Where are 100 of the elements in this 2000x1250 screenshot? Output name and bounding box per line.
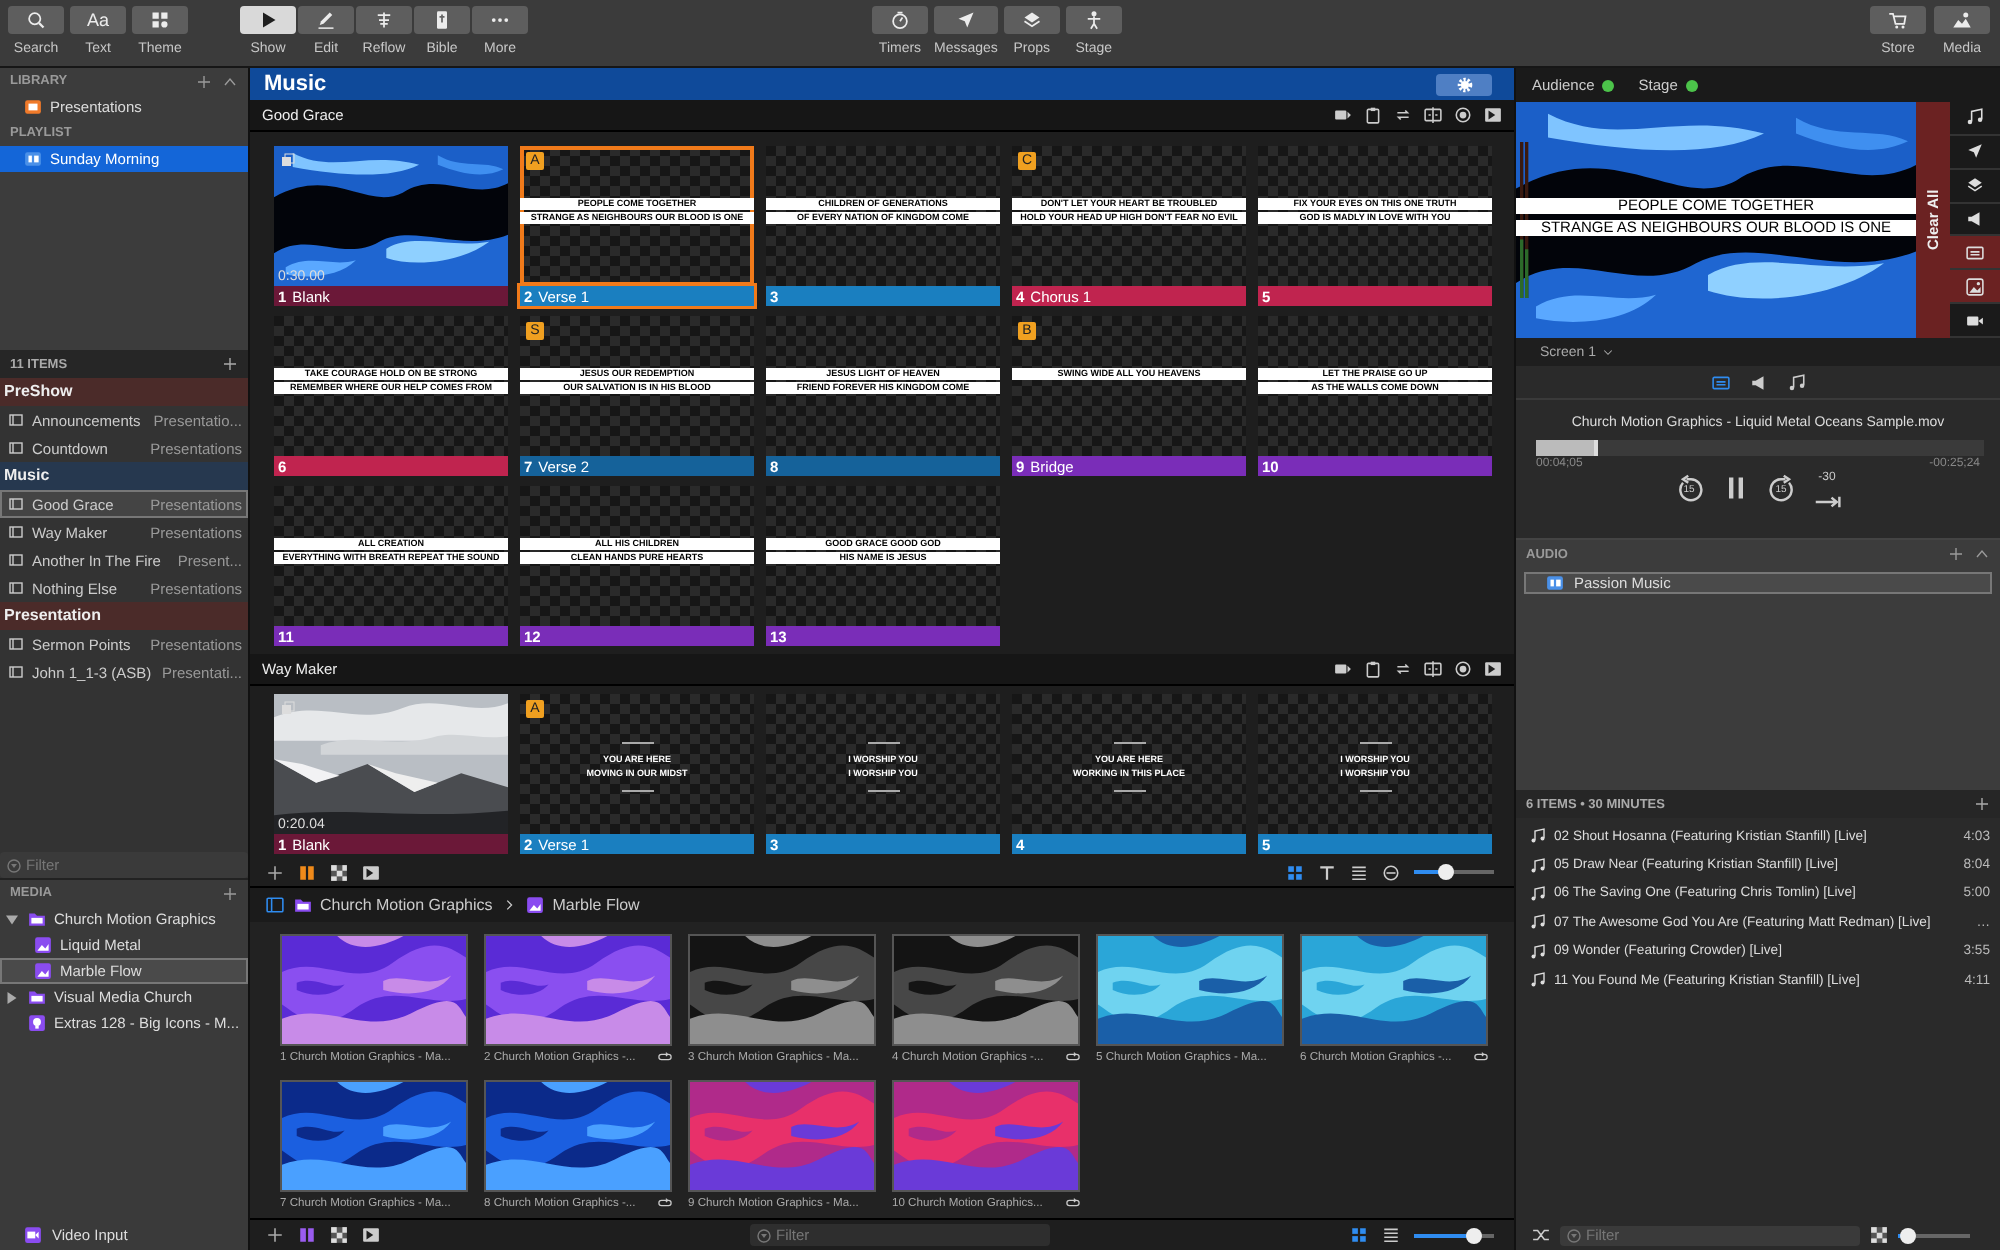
plus-icon[interactable] [222, 885, 238, 901]
group-header[interactable]: Presentation [0, 602, 248, 630]
layer-tab[interactable] [1950, 236, 2000, 271]
checker-icon[interactable] [1870, 1226, 1888, 1244]
plus-icon[interactable] [266, 1226, 284, 1244]
document-icon [8, 636, 24, 652]
folder-icon [294, 896, 312, 914]
expanded-triangle-icon[interactable] [6, 913, 18, 925]
layers-icon [1021, 10, 1042, 30]
chevron-up-icon[interactable] [1974, 546, 1990, 562]
layer-tab[interactable] [1950, 270, 2000, 305]
chevron-icon [502, 898, 517, 912]
pencil-icon [316, 10, 336, 30]
slide-icon [1966, 243, 1984, 262]
layer-tab[interactable] [1950, 102, 2000, 136]
layer-tab[interactable] [1950, 203, 2000, 237]
music-icon [1530, 828, 1546, 845]
media-icon [280, 152, 296, 168]
plus-icon[interactable] [1974, 796, 1990, 812]
image-icon [526, 896, 545, 914]
book-icon [432, 10, 452, 30]
music-icon [1530, 857, 1546, 874]
document-icon [8, 440, 24, 456]
megaphone-icon [1966, 210, 1984, 228]
group-title: Music [264, 72, 327, 96]
stage-icon [1083, 10, 1104, 30]
slide-icon [1711, 373, 1729, 391]
filter-icon [1566, 1227, 1582, 1243]
photo-icon [1966, 277, 1984, 296]
image-icon [34, 962, 52, 980]
document-icon [8, 552, 24, 568]
document-icon [8, 412, 24, 428]
folder-icon [28, 988, 46, 1006]
clipboard-icon[interactable] [1364, 106, 1382, 124]
image-icon [34, 936, 52, 954]
columns-icon[interactable] [298, 863, 316, 881]
mode-tab[interactable] [1785, 371, 1807, 393]
next-icon[interactable] [1484, 106, 1502, 124]
progress-bar[interactable] [1536, 440, 1984, 456]
loop-icon[interactable] [1394, 660, 1412, 678]
send-icon [1966, 142, 1984, 161]
screen-icon[interactable] [1334, 106, 1352, 124]
music-icon [1787, 373, 1805, 391]
next-icon[interactable] [1484, 660, 1502, 678]
plus-icon[interactable] [1948, 546, 1964, 562]
layer-tab[interactable] [1950, 169, 2000, 204]
mode-tab[interactable] [1709, 371, 1731, 393]
settings-button[interactable] [1436, 73, 1492, 95]
checker-icon[interactable] [330, 863, 348, 881]
settings-icon [1455, 75, 1473, 93]
sidebar-icon[interactable] [266, 896, 284, 914]
document-icon [8, 664, 24, 680]
search-icon [26, 10, 46, 30]
layers-icon [1966, 176, 1984, 195]
play-icon [258, 10, 278, 30]
next-icon[interactable] [362, 1226, 380, 1244]
clipboard-icon[interactable] [1364, 660, 1382, 678]
plus-icon[interactable] [196, 73, 212, 89]
breadcrumb-label: Marble Flow [552, 896, 640, 914]
split-icon[interactable] [1424, 106, 1442, 124]
send-icon [955, 10, 976, 30]
playlist-icon [1546, 574, 1564, 592]
list-icon[interactable] [1350, 863, 1368, 881]
text-icon[interactable] [1318, 863, 1336, 881]
grid-icon[interactable] [1286, 863, 1304, 881]
collapsed-triangle-icon[interactable] [6, 991, 18, 1003]
document-icon [8, 496, 24, 512]
group-header[interactable]: Music [0, 462, 248, 490]
checker-icon[interactable] [330, 1226, 348, 1244]
minus-circle-icon[interactable] [1382, 863, 1400, 881]
mode-tab[interactable] [1747, 371, 1769, 393]
layer-tab[interactable] [1950, 304, 2000, 339]
target-icon[interactable] [1454, 106, 1472, 124]
split-icon[interactable] [1424, 660, 1442, 678]
breadcrumb-item[interactable]: Marble Flow [526, 896, 640, 914]
music-icon [1530, 943, 1546, 960]
filter-icon [6, 857, 22, 873]
music-icon [1530, 885, 1546, 902]
filter-icon [756, 1227, 772, 1243]
next-icon[interactable] [362, 863, 380, 881]
reflow-icon [374, 10, 394, 30]
megaphone-icon [1749, 373, 1767, 391]
group-header[interactable]: PreShow [0, 378, 248, 406]
plus-icon[interactable] [222, 356, 238, 372]
video-camera-icon [1966, 311, 1984, 330]
columns-icon[interactable] [298, 1226, 316, 1244]
list-icon[interactable] [1382, 1226, 1400, 1244]
caret-icon [1602, 346, 1615, 358]
chevron-up-icon[interactable] [222, 73, 238, 89]
palette-icon [150, 10, 170, 30]
video-camera-icon [24, 1226, 42, 1244]
layer-tab[interactable] [1950, 135, 2000, 170]
screen-icon[interactable] [1334, 660, 1352, 678]
plus-icon[interactable] [266, 863, 284, 881]
loop-icon[interactable] [1394, 106, 1412, 124]
document-icon [8, 524, 24, 540]
target-icon[interactable] [1454, 660, 1472, 678]
shuffle-icon[interactable] [1532, 1226, 1550, 1244]
grid-icon[interactable] [1350, 1226, 1368, 1244]
rewind-icon [1675, 474, 1703, 502]
